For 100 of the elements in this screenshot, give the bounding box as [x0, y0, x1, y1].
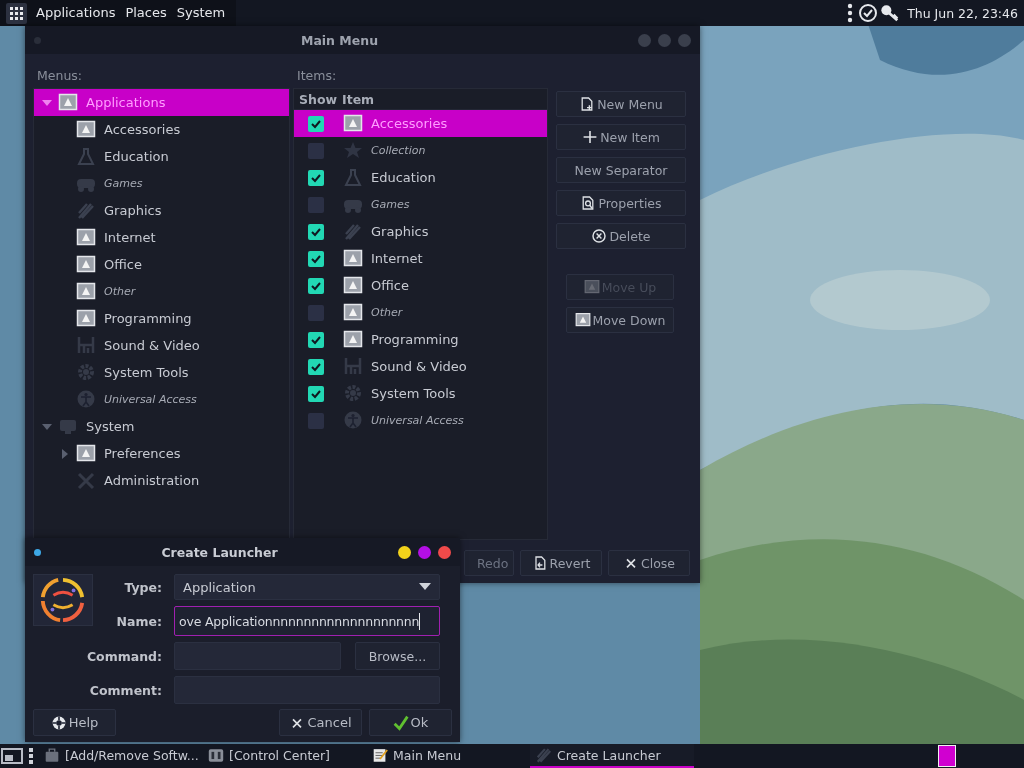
- brush-icon: [76, 201, 96, 220]
- pane-label: Menus:: [36, 68, 84, 85]
- field-label: Type:: [124, 579, 162, 595]
- tree-item[interactable]: Other: [34, 278, 289, 305]
- list-item[interactable]: Graphics: [340, 218, 547, 245]
- show-desktop-icon[interactable]: [1, 747, 23, 765]
- image-icon: [343, 249, 363, 268]
- list-item[interactable]: Office: [340, 272, 547, 299]
- image-icon: [76, 255, 96, 274]
- window-title: Main Menu: [299, 32, 380, 48]
- checkmark-icon: [392, 714, 409, 731]
- list-item[interactable]: System Tools: [340, 380, 547, 407]
- checkbox[interactable]: [308, 223, 324, 240]
- tree-item[interactable]: Games: [34, 170, 289, 197]
- checkbox[interactable]: [308, 385, 324, 402]
- checkbox[interactable]: [308, 250, 324, 267]
- tree-item[interactable]: Sound & Video: [34, 332, 289, 359]
- panel-menu[interactable]: Places: [120, 3, 172, 23]
- icon-button[interactable]: [33, 574, 93, 626]
- flask-icon: [343, 168, 363, 187]
- help-button[interactable]: Help: [33, 709, 116, 736]
- list-item[interactable]: Other: [340, 299, 547, 326]
- tree-item[interactable]: System Tools: [34, 359, 289, 386]
- image-icon: [343, 114, 363, 133]
- ok-button[interactable]: Ok: [369, 709, 452, 736]
- column-header[interactable]: Item: [342, 91, 375, 107]
- taskbar-item[interactable]: Main Menu: [366, 744, 530, 768]
- tree-item[interactable]: Office: [34, 251, 289, 278]
- key-icon: [880, 3, 901, 23]
- tree-item[interactable]: Graphics: [34, 197, 289, 224]
- brush-icon: [535, 746, 553, 764]
- button[interactable]: New Menu: [556, 91, 686, 117]
- button[interactable]: Close: [608, 550, 690, 576]
- tree-item[interactable]: System: [34, 413, 289, 440]
- flask-icon: [76, 147, 96, 166]
- tree-item[interactable]: Education: [34, 143, 289, 170]
- tree-item[interactable]: Preferences: [34, 440, 289, 467]
- image-icon: [76, 309, 96, 328]
- checkbox[interactable]: [308, 331, 324, 348]
- button[interactable]: Properties: [556, 190, 686, 216]
- cancel-button[interactable]: Cancel: [279, 709, 362, 736]
- dropdown-arrow-icon: [419, 583, 431, 591]
- ring-logo-icon: [39, 576, 87, 624]
- checkbox[interactable]: [308, 115, 324, 132]
- brush-icon: [343, 222, 363, 241]
- person-icon: [343, 411, 363, 430]
- apps-grid-icon[interactable]: [6, 2, 27, 24]
- image-icon: [343, 276, 363, 295]
- monitor-icon: [58, 417, 78, 436]
- image-icon: [343, 330, 363, 349]
- plus-icon: [582, 129, 599, 145]
- checkbox[interactable]: [308, 412, 324, 429]
- checkbox[interactable]: [308, 169, 324, 186]
- checkbox[interactable]: [308, 196, 324, 213]
- field-label: Comment:: [89, 682, 162, 698]
- type-dropdown[interactable]: Application: [174, 574, 440, 600]
- list-item[interactable]: Sound & Video: [340, 353, 547, 380]
- list-item[interactable]: Education: [340, 164, 547, 191]
- tree-item[interactable]: Administration: [34, 467, 289, 494]
- tree-item[interactable]: Internet: [34, 224, 289, 251]
- taskbar-item[interactable]: Create Launcher: [530, 744, 694, 768]
- list-item[interactable]: Programming: [340, 326, 547, 353]
- button[interactable]: Delete: [556, 223, 686, 249]
- person-icon: [76, 390, 96, 409]
- button[interactable]: New Item: [556, 124, 686, 150]
- column-header[interactable]: Show: [294, 91, 342, 107]
- window-menu-dot[interactable]: [34, 548, 41, 556]
- panel-menu[interactable]: System: [171, 3, 231, 23]
- grip-icon: [29, 747, 33, 765]
- button[interactable]: New Separator: [556, 157, 686, 183]
- taskbar-item[interactable]: [Add/Remove Softw...: [38, 744, 202, 768]
- button[interactable]: Move Down: [566, 307, 674, 333]
- maximize-button[interactable]: [418, 545, 431, 559]
- dots-icon: [847, 3, 854, 23]
- image-icon: [343, 303, 363, 322]
- button: Redo: [464, 550, 514, 576]
- image-icon: [76, 228, 96, 247]
- minimize-button[interactable]: [398, 545, 411, 559]
- list-item[interactable]: Collection: [340, 137, 547, 164]
- workspace-switcher[interactable]: [938, 745, 956, 767]
- checkbox[interactable]: [308, 277, 324, 294]
- image-icon: [574, 312, 591, 328]
- close-button[interactable]: [438, 545, 451, 559]
- browse-button[interactable]: Browse...: [355, 642, 440, 670]
- field-label: Name:: [116, 613, 162, 629]
- checkbox[interactable]: [308, 358, 324, 375]
- name-field[interactable]: ove Applicationnnnnnnnnnnnnnnnnnnn: [174, 606, 440, 636]
- tree-item[interactable]: Programming: [34, 305, 289, 332]
- tree-item[interactable]: Accessories: [34, 116, 289, 143]
- list-item[interactable]: Games: [340, 191, 547, 218]
- tree-item[interactable]: Universal Access: [34, 386, 289, 413]
- gear-icon: [343, 384, 363, 403]
- list-item[interactable]: Internet: [340, 245, 547, 272]
- checkbox[interactable]: [308, 304, 324, 321]
- field-label: Command:: [86, 648, 162, 664]
- panel-menu[interactable]: Applications: [31, 3, 121, 23]
- list-item[interactable]: Universal Access: [340, 407, 547, 434]
- checkbox[interactable]: [308, 142, 324, 159]
- taskbar-item[interactable]: [Control Center]: [202, 744, 366, 768]
- button[interactable]: Revert: [520, 550, 602, 576]
